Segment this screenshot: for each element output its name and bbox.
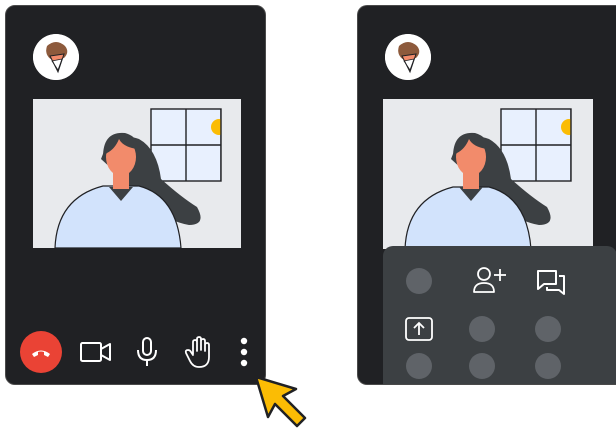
more-options-button[interactable]	[232, 334, 256, 370]
present-screen-icon	[405, 317, 433, 341]
more-options-icon	[240, 337, 248, 367]
menu-placeholder-item[interactable]	[406, 353, 432, 379]
menu-placeholder-item[interactable]	[406, 268, 432, 294]
participant-video	[33, 99, 241, 248]
menu-placeholder-item[interactable]	[535, 353, 561, 379]
chat-button[interactable]	[533, 266, 569, 298]
add-people-button[interactable]	[471, 264, 511, 296]
end-call-icon	[32, 350, 50, 357]
menu-placeholder-item[interactable]	[535, 316, 561, 342]
call-controls-bar	[20, 330, 256, 374]
microphone-toggle-button[interactable]	[129, 334, 165, 370]
raise-hand-icon	[184, 336, 210, 368]
avatar-illustration	[33, 34, 79, 80]
menu-placeholder-item[interactable]	[469, 353, 495, 379]
person-illustration	[383, 99, 593, 249]
more-options-sheet	[383, 246, 616, 384]
participant-avatar[interactable]	[33, 34, 79, 80]
menu-placeholder-item[interactable]	[469, 316, 495, 342]
participant-video	[383, 99, 593, 249]
participant-avatar[interactable]	[385, 34, 431, 80]
camera-toggle-button[interactable]	[78, 334, 114, 370]
chat-icon	[537, 270, 565, 295]
end-call-button[interactable]	[20, 331, 62, 373]
add-people-icon	[473, 267, 506, 293]
call-window-more-menu	[357, 5, 616, 385]
avatar-illustration	[385, 34, 431, 80]
camera-icon	[79, 342, 111, 362]
person-illustration	[33, 99, 241, 248]
raise-hand-button[interactable]	[181, 334, 217, 370]
present-screen-button[interactable]	[403, 315, 435, 343]
microphone-icon	[137, 337, 157, 366]
click-pointer-icon	[252, 373, 312, 442]
call-window-main	[5, 5, 266, 385]
